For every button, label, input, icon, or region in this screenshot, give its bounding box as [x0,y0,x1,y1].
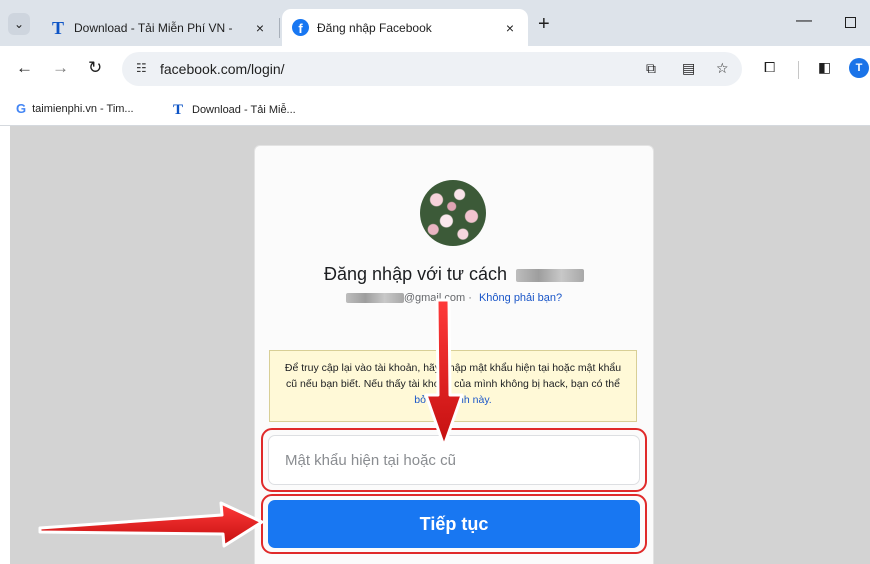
blurred-username [515,268,584,282]
maximize-window-button[interactable] [845,17,856,28]
blurred-email-local-part [345,293,404,304]
tab-close-icon[interactable]: × [252,20,268,36]
side-panel-icon[interactable]: ◧ [818,59,831,76]
user-avatar [420,180,486,246]
taimienphi-favicon-icon: T [51,17,64,38]
chevron-down-icon: ⌄ [13,17,25,31]
url-text[interactable]: facebook.com/login/ [160,61,285,77]
tab-search-menu-button[interactable]: ⌄ [8,13,30,35]
email-domain: @gmail.com [403,292,466,304]
reload-icon[interactable]: ↻ [88,58,102,78]
recovery-notice: Để truy cập lại vào tài khoản, hãy nhập … [269,350,637,422]
skip-process-link[interactable]: bỏ quy trình này. [414,394,491,406]
tab-strip: ⌄ T Download - Tải Miễn Phí VN - × f Đăn… [0,0,870,46]
address-bar[interactable]: ☷ facebook.com/login/ ⧉ ▤ ☆ [122,52,742,86]
tab-facebook-login[interactable]: f Đăng nhập Facebook × [282,9,528,46]
password-input[interactable] [268,435,640,485]
tab-divider [279,18,280,38]
continue-button[interactable]: Tiếp tục [268,500,640,548]
site-info-icon[interactable]: ☷ [136,61,147,75]
tab-title: Đăng nhập Facebook [317,20,432,35]
forward-arrow-icon[interactable]: → [52,58,69,78]
extensions-puzzle-icon[interactable]: ⧠ [764,59,775,76]
notice-text: Để truy cập lại vào tài khoản, hãy nhập … [284,362,622,390]
tab-close-icon[interactable]: × [502,20,518,36]
tab-title: Download - Tải Miễn Phí VN - [74,20,233,35]
not-you-link[interactable]: Không phải bạn? [479,292,562,304]
install-app-icon[interactable]: ⧉ [646,60,656,77]
tab-download[interactable]: T Download - Tải Miễn Phí VN - × [40,9,278,46]
email-separator: · [468,292,472,304]
bookmark-download[interactable]: T Download - Tải Miễ... [170,101,296,119]
translate-icon[interactable]: ▤ [682,60,695,77]
google-icon: G [16,101,27,116]
minimize-window-button[interactable]: — [796,12,812,30]
account-email-line: @gmail.com · Không phải bạn? [254,292,654,304]
taimienphi-icon: T [172,102,183,118]
bookmarks-bar: G taimienphi.vn - Tim... T Download - Tả… [0,92,870,126]
toolbar-separator [798,61,799,79]
browser-toolbar: ← → ↻ ☷ facebook.com/login/ ⧉ ▤ ☆ ⧠ ◧ T [0,46,870,92]
bookmark-star-icon[interactable]: ☆ [716,60,729,77]
profile-avatar[interactable]: T [849,58,869,78]
back-arrow-icon[interactable]: ← [16,58,33,78]
page-left-edge [0,126,10,564]
login-title: Đăng nhập với tư cách [254,264,654,285]
new-tab-button[interactable]: + [538,14,550,34]
bookmark-taimienphi-search[interactable]: G taimienphi.vn - Tim... [16,101,134,116]
bookmark-label: taimienphi.vn - Tim... [32,102,134,115]
facebook-favicon-icon: f [292,19,309,36]
bookmark-label: Download - Tải Miễ... [192,104,296,116]
